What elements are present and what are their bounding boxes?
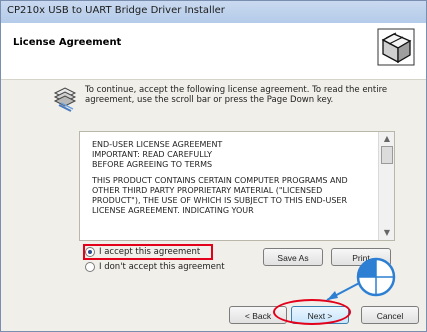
license-textbox[interactable]: END-USER LICENSE AGREEMENT IMPORTANT: RE… xyxy=(79,131,395,241)
license-text: END-USER LICENSE AGREEMENT IMPORTANT: RE… xyxy=(92,140,372,232)
decline-label: I don't accept this agreement xyxy=(99,262,225,272)
page-title: License Agreement xyxy=(13,37,122,48)
license-document-icon xyxy=(53,87,77,112)
scroll-up-arrow-icon[interactable]: ▲ xyxy=(381,134,393,144)
installer-box-icon xyxy=(377,28,415,66)
title-bar: CP210x USB to UART Bridge Driver Install… xyxy=(1,1,426,24)
accept-highlight-box xyxy=(83,244,213,260)
window-title: CP210x USB to UART Bridge Driver Install… xyxy=(7,5,225,16)
mouse-click-icon xyxy=(356,257,396,297)
cancel-button[interactable]: Cancel xyxy=(361,306,419,324)
save-as-button[interactable]: Save As xyxy=(263,248,323,266)
decline-radio[interactable] xyxy=(85,262,95,272)
scroll-thumb[interactable] xyxy=(381,146,393,164)
scroll-down-arrow-icon[interactable]: ▼ xyxy=(381,228,393,238)
license-paragraph-1: END-USER LICENSE AGREEMENT IMPORTANT: RE… xyxy=(92,140,223,169)
license-scrollbar[interactable]: ▲ ▼ xyxy=(378,132,394,240)
license-paragraph-2: THIS PRODUCT CONTAINS CERTAIN COMPUTER P… xyxy=(92,176,348,215)
installer-window: CP210x USB to UART Bridge Driver Install… xyxy=(0,0,427,332)
intro-text: To continue, accept the following licens… xyxy=(85,85,388,105)
decline-option[interactable]: I don't accept this agreement xyxy=(85,262,225,272)
wizard-header: License Agreement xyxy=(1,23,426,80)
